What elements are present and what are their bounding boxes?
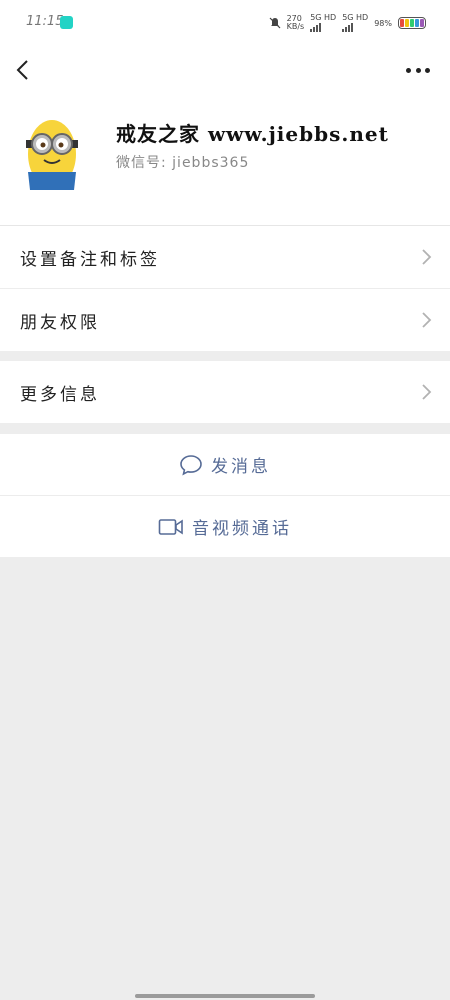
mute-bell-icon [269,17,281,29]
net-speed-unit: KB/s [286,22,305,31]
wechat-id: 微信号: jiebbs365 [116,155,250,171]
chevron-right-icon [422,384,432,400]
menu-item-label: 更多信息 [20,385,100,405]
status-bar: 11:15 270 KB/s 5G HD 5G HD 98% [0,0,450,46]
avatar[interactable] [20,114,84,190]
menu-item-label: 设置备注和标签 [20,250,160,270]
back-arrow-icon[interactable] [12,58,36,82]
send-message-label: 发消息 [211,457,271,477]
signal-bars-icon [342,22,368,32]
menu-item-label: 朋友权限 [20,313,100,333]
chat-bubble-icon [180,454,202,476]
sim2-label: 5G HD [342,13,369,22]
chevron-right-icon [422,249,432,265]
signal-bars-icon [310,22,336,32]
profile-name: 戒友之家 www.jiebbs.net [116,122,389,146]
menu-item-remark-tags[interactable]: 设置备注和标签 [0,226,450,288]
home-indicator[interactable] [135,994,315,998]
battery-icon [398,17,426,29]
profile-header: 11:15 270 KB/s 5G HD 5G HD 98% 戒友之家 www.… [0,0,450,225]
app-notification-icon [60,16,73,29]
chevron-right-icon [422,312,432,328]
battery-percent: 98% [374,18,392,28]
menu-item-friend-permissions[interactable]: 朋友权限 [0,289,450,351]
menu-item-more-info[interactable]: 更多信息 [0,361,450,423]
sim1-label: 5G HD [310,13,337,22]
video-camera-icon [158,518,183,535]
send-message-button[interactable]: 发消息 [0,434,450,495]
more-options-icon[interactable] [406,62,430,78]
status-time: 11:15 [26,14,64,29]
av-call-button[interactable]: 音视频通话 [0,496,450,557]
av-call-label: 音视频通话 [192,519,292,539]
